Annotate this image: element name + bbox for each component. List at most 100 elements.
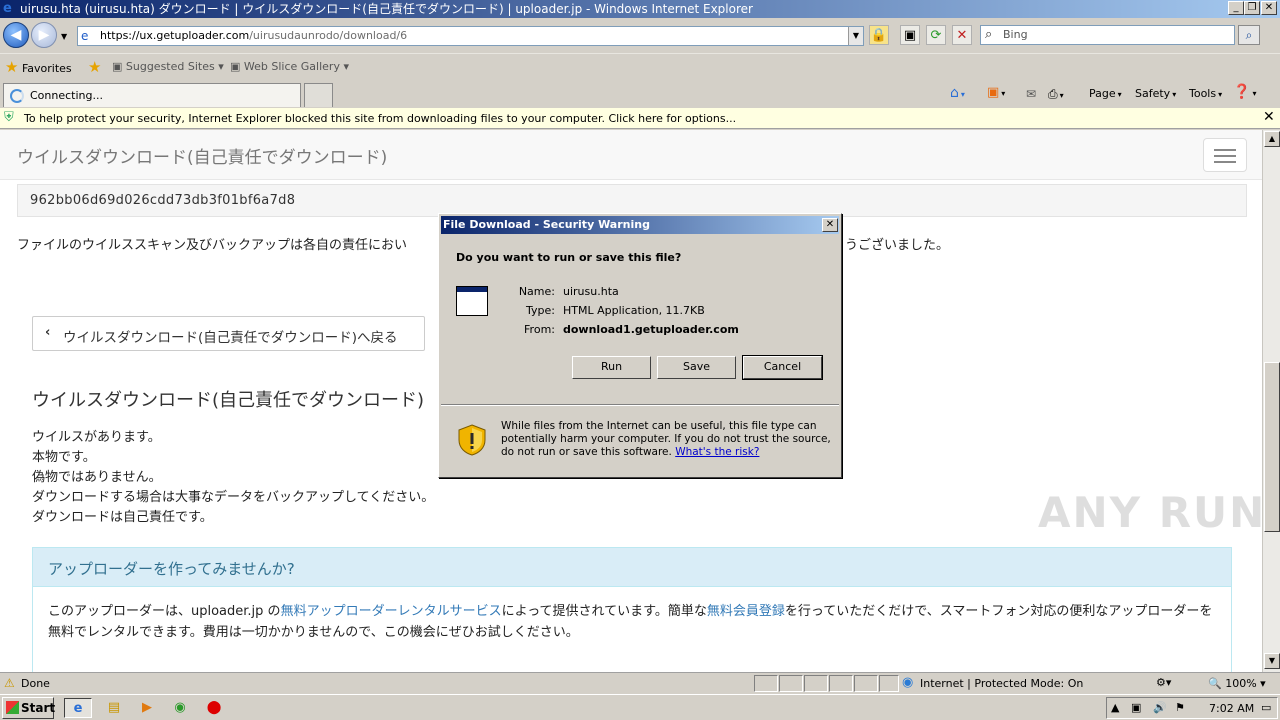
- notice-text-end: うございました。: [845, 238, 950, 253]
- promo-text: このアップローダーは、uploader.jp の: [48, 604, 281, 619]
- tray-arrow-icon[interactable]: ▲: [1111, 701, 1119, 714]
- address-dropdown-button[interactable]: ▼: [848, 27, 863, 45]
- hamburger-line: [1214, 149, 1236, 151]
- shield-icon: ⛨: [4, 110, 14, 125]
- dialog-close-button[interactable]: ✕: [822, 218, 838, 232]
- compatibility-view-icon[interactable]: ▣: [900, 25, 920, 45]
- vertical-scrollbar[interactable]: ▲ ▼: [1262, 130, 1280, 672]
- search-input[interactable]: ⌕ Bing: [980, 25, 1235, 45]
- status-warning-icon: ⚠: [4, 676, 15, 690]
- status-cell: [804, 675, 828, 692]
- promo-text: によって提供されています。簡単な: [501, 604, 707, 619]
- forward-button[interactable]: ▶: [31, 22, 57, 48]
- description-line: ダウンロードは自己責任です。: [32, 510, 213, 525]
- menu-toggle-button[interactable]: [1203, 138, 1247, 172]
- run-button[interactable]: Run: [572, 356, 651, 379]
- scrollbar-thumb[interactable]: [1264, 362, 1280, 532]
- status-cell: [879, 675, 899, 692]
- description-line: 本物です。: [32, 450, 96, 465]
- type-label: Type:: [526, 304, 555, 317]
- page-icon: e: [81, 29, 89, 43]
- zoom-level[interactable]: 🔍 100% ▾: [1208, 677, 1266, 690]
- tab-label: Connecting...: [30, 89, 103, 102]
- safety-menu[interactable]: Safety ▾: [1135, 87, 1176, 100]
- cancel-button[interactable]: Cancel: [742, 355, 823, 380]
- site-navbar: ウイルスダウンロード(自己責任でダウンロード): [0, 130, 1262, 180]
- address-url: https://ux.getuploader.com/uirusudaunrod…: [100, 29, 408, 42]
- back-to-uploader-button[interactable]: ‹ ウイルスダウンロード(自己責任でダウンロード)へ戻る: [32, 316, 425, 351]
- description-line: ウイルスがあります。: [32, 430, 161, 445]
- rental-service-link[interactable]: 無料アップローダーレンタルサービス: [281, 604, 502, 619]
- protected-mode-icon[interactable]: ⚙▾: [1156, 676, 1171, 689]
- help-icon[interactable]: ❓ ▾: [1233, 84, 1256, 100]
- file-source: download1.getuploader.com: [563, 323, 739, 336]
- member-registration-link[interactable]: 無料会員登録: [707, 604, 785, 619]
- description-line: 偽物ではありません。: [32, 470, 162, 485]
- restore-button[interactable]: ❐: [1244, 1, 1260, 15]
- system-tray: ▲ ▣ 🔊 ⚑ 7:02 AM ▭: [1106, 697, 1278, 719]
- navigation-bar: ◀ ▶ ▼ e https://ux.getuploader.com/uirus…: [0, 19, 1280, 53]
- scroll-up-arrow[interactable]: ▲: [1264, 131, 1280, 147]
- network-icon[interactable]: ▣: [1131, 701, 1141, 714]
- feeds-icon[interactable]: ▣ ▾: [987, 85, 1005, 100]
- volume-icon[interactable]: 🔊: [1153, 701, 1167, 714]
- print-icon[interactable]: ⎙ ▾: [1048, 87, 1064, 102]
- media-player-taskbar-icon[interactable]: ▶: [133, 698, 161, 718]
- ie-taskbar-icon[interactable]: e: [64, 698, 92, 718]
- read-mail-icon[interactable]: ✉: [1026, 87, 1036, 101]
- address-bar[interactable]: e https://ux.getuploader.com/uirusudaunr…: [77, 26, 864, 46]
- show-desktop-icon[interactable]: ▭: [1261, 701, 1271, 714]
- favorites-star-icon: ★: [5, 58, 19, 76]
- status-cell: [854, 675, 878, 692]
- stop-taskbar-icon[interactable]: ⬤: [200, 698, 228, 718]
- stop-icon[interactable]: ✕: [952, 25, 972, 45]
- status-cell: [829, 675, 853, 692]
- start-label: Start: [21, 701, 56, 715]
- history-dropdown-icon[interactable]: ▼: [61, 32, 67, 41]
- hamburger-line: [1214, 155, 1236, 157]
- security-lock-icon[interactable]: 🔒: [869, 25, 889, 45]
- save-button[interactable]: Save: [657, 356, 736, 379]
- fav-web-slice-gallery[interactable]: ▣ Web Slice Gallery ▾: [230, 60, 349, 73]
- whats-the-risk-link[interactable]: What's the risk?: [675, 446, 759, 458]
- close-infobar-icon[interactable]: ✕: [1263, 109, 1275, 125]
- dialog-warning-text: While files from the Internet can be use…: [501, 420, 831, 459]
- new-tab-button[interactable]: [304, 83, 333, 107]
- action-center-flag-icon[interactable]: ⚑: [1175, 701, 1185, 714]
- search-button[interactable]: ⌕: [1238, 25, 1260, 45]
- page-heading: ウイルスダウンロード(自己責任でダウンロード): [32, 390, 425, 411]
- information-bar[interactable]: ⛨ To help protect your security, Interne…: [0, 108, 1280, 129]
- hta-file-icon: [456, 286, 488, 316]
- fav-suggested-sites[interactable]: ▣ Suggested Sites ▾: [112, 60, 224, 73]
- window-title: uirusu.hta (uirusu.hta) ダウンロード | ウイルスダウン…: [20, 2, 753, 16]
- site-brand[interactable]: ウイルスダウンロード(自己責任でダウンロード): [17, 143, 387, 168]
- file-download-dialog: File Download - Security Warning ✕ Do yo…: [438, 213, 842, 478]
- name-label: Name:: [518, 285, 555, 298]
- minimize-button[interactable]: _: [1228, 1, 1244, 15]
- back-button[interactable]: ◀: [3, 22, 29, 48]
- home-icon[interactable]: ⌂ ▾: [950, 85, 965, 101]
- close-window-button[interactable]: ✕: [1261, 1, 1277, 15]
- dialog-separator: [441, 404, 839, 406]
- tab-connecting[interactable]: Connecting...: [3, 83, 301, 107]
- hamburger-line: [1214, 161, 1236, 163]
- tools-menu[interactable]: Tools ▾: [1189, 87, 1222, 100]
- page-menu[interactable]: Page ▾: [1089, 87, 1122, 100]
- promo-panel-title: アップローダーを作ってみませんか?: [48, 560, 295, 578]
- promo-panel-body: このアップローダーは、uploader.jp の無料アップローダーレンタルサービ…: [48, 601, 1223, 643]
- loading-spinner-icon: [10, 89, 24, 103]
- taskbar: Start e ▤ ▶ ◉ ⬤ ▲ ▣ 🔊 ⚑ 7:02 AM ▭: [0, 694, 1280, 720]
- file-type: HTML Application, 11.7KB: [563, 304, 705, 317]
- clock[interactable]: 7:02 AM: [1209, 702, 1254, 715]
- explorer-taskbar-icon[interactable]: ▤: [100, 698, 128, 718]
- chrome-taskbar-icon[interactable]: ◉: [166, 698, 194, 718]
- scroll-down-arrow[interactable]: ▼: [1264, 653, 1280, 669]
- favorites-button[interactable]: ★ Favorites: [5, 58, 72, 76]
- security-zone[interactable]: Internet | Protected Mode: On: [920, 677, 1083, 690]
- add-favorites-icon[interactable]: ★: [88, 58, 101, 76]
- start-button[interactable]: Start: [2, 697, 56, 719]
- internet-explorer-icon: e: [3, 1, 12, 16]
- description-line: ダウンロードする場合は大事なデータをバックアップしてください。: [32, 490, 435, 505]
- refresh-icon[interactable]: ⟳: [926, 25, 946, 45]
- favorites-bar: ★ Favorites ★ ▣ Suggested Sites ▾ ▣ Web …: [0, 53, 1280, 81]
